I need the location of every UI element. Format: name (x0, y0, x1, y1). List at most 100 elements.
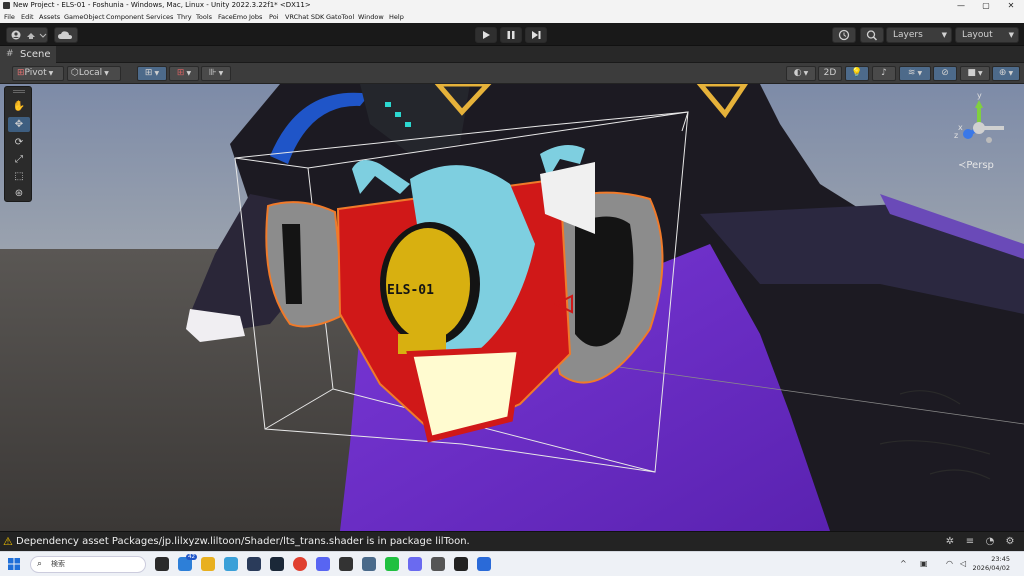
line-icon[interactable] (385, 557, 399, 571)
windows-start-icon[interactable] (8, 558, 20, 570)
menu-jobs[interactable]: Jobs (249, 11, 262, 23)
play-button[interactable] (475, 27, 497, 43)
minimize-button[interactable]: — (950, 0, 972, 11)
obs-icon[interactable] (408, 557, 422, 571)
camera-dropdown[interactable]: ■ ▼ (960, 66, 990, 81)
menu-services[interactable]: Services (146, 11, 173, 23)
effects-dropdown[interactable]: ≋ ▼ (899, 66, 931, 81)
menu-tools[interactable]: Tools (196, 11, 212, 23)
rect-tool-button[interactable]: ⬚ (8, 169, 30, 184)
hidden-objects-toggle[interactable]: ⊘ (933, 66, 957, 81)
menu-help[interactable]: Help (389, 11, 404, 23)
unity-app-icon (3, 2, 10, 9)
chrome-icon[interactable] (293, 557, 307, 571)
gizmos-dropdown[interactable]: ⊕ ▼ (992, 66, 1020, 81)
taskbar-clock[interactable]: 23:45 2026/04/02 (973, 555, 1010, 573)
menu-window[interactable]: Window (358, 11, 384, 23)
status-bar: ⚠ Dependency asset Packages/jp.lilxyzw.l… (0, 531, 1024, 551)
terminal-icon[interactable] (247, 557, 261, 571)
audio-toggle[interactable]: ♪ (872, 66, 896, 81)
notification-badge: 42 (186, 554, 197, 560)
menu-component[interactable]: Component (106, 11, 144, 23)
close-button[interactable]: ✕ (1000, 0, 1022, 11)
cloud-button[interactable] (54, 27, 78, 43)
rotate-tool-button[interactable]: ⟳ (8, 135, 30, 150)
chevron-down-icon: ▼ (104, 70, 109, 77)
move-tool-button[interactable]: ✥ (8, 117, 30, 132)
play-icon (483, 31, 490, 39)
taskbar: ⌕ 検索 42 ^ ▣ ◠ ◁ 23:45 2026/04/02 (0, 551, 1024, 576)
search-icon: ⌕ (37, 559, 43, 569)
taskview-icon[interactable] (155, 557, 169, 571)
object-label: ELS-01 (387, 283, 434, 298)
draw-mode-dropdown[interactable]: ◐ ▼ (786, 66, 816, 81)
menu-file[interactable]: File (4, 11, 15, 23)
drag-handle-icon[interactable] (13, 90, 25, 93)
cloud-icon (58, 31, 72, 39)
menu-thry[interactable]: Thry (177, 11, 192, 23)
chevron-up-icon[interactable]: ^ (900, 559, 907, 568)
clock-time: 23:45 (991, 555, 1010, 563)
increment-snap-toggle[interactable]: ⊪ ▼ (201, 66, 231, 81)
menu-edit[interactable]: Edit (21, 11, 34, 23)
transform-tool-button[interactable]: ⊛ (8, 186, 30, 201)
step-button[interactable] (525, 27, 547, 43)
layers-status-icon[interactable]: ≡ (964, 536, 976, 548)
pause-button[interactable] (500, 27, 522, 43)
chevron-down-icon: ▼ (977, 70, 983, 77)
pivot-dropdown[interactable]: ⊞Pivot ▼ (12, 66, 64, 81)
epic-games-icon[interactable] (339, 557, 353, 571)
taskbar-search-input[interactable]: ⌕ 検索 (30, 556, 146, 573)
grid-snap-toggle[interactable]: ⊞ ▼ (137, 66, 167, 81)
scale-tool-button[interactable]: ⤢ (8, 152, 30, 167)
discord-icon[interactable] (316, 557, 330, 571)
hand-icon: ✋ (12, 101, 26, 112)
projection-label[interactable]: ≺Persp (958, 160, 994, 171)
maximize-button[interactable]: ▢ (975, 0, 997, 11)
local-dropdown[interactable]: ⬡Local ▼ (67, 66, 121, 81)
menu-faceemo[interactable]: FaceEmo (218, 11, 247, 23)
menu-poi[interactable]: Poi (269, 11, 278, 23)
grid-icon: ⊞ (176, 68, 185, 78)
menu-gameobject[interactable]: GameObject (64, 11, 105, 23)
steam-icon[interactable] (270, 557, 284, 571)
chevron-down-icon: ▼ (917, 70, 923, 77)
hand-tool-button[interactable]: ✋ (8, 99, 30, 114)
history-button[interactable] (832, 27, 856, 43)
unity-icon[interactable] (454, 557, 468, 571)
axis-gizmo-icon: y x z (954, 91, 1004, 143)
chevron-down-icon: ▼ (186, 70, 192, 77)
app-icon[interactable] (477, 557, 491, 571)
tray-app-icon[interactable]: ▣ (920, 559, 928, 568)
scale-icon: ⤢ (15, 154, 23, 165)
speaker-icon[interactable]: ◁ (960, 559, 966, 568)
debug-icon[interactable]: ✲ (944, 536, 956, 548)
account-button[interactable] (6, 27, 48, 43)
vrc-icon[interactable] (431, 557, 445, 571)
toggle-2d-button[interactable]: 2D (818, 66, 842, 81)
menu-gatotool[interactable]: GatoTool (326, 11, 354, 23)
rect-icon: ⬚ (14, 171, 24, 182)
layers-dropdown[interactable]: Layers ▼ (886, 27, 952, 43)
tab-scene[interactable]: # Scene (0, 46, 56, 63)
settings-icon[interactable] (362, 557, 376, 571)
activity-icon[interactable]: ⚙ (1004, 536, 1016, 548)
progress-icon[interactable]: ◔ (984, 536, 996, 548)
status-message[interactable]: Dependency asset Packages/jp.lilxyzw.lil… (16, 532, 470, 552)
menu-vrchat-sdk[interactable]: VRChat SDK (285, 11, 324, 23)
local-cube-icon: ⬡ (71, 68, 79, 78)
chevron-down-icon: ▼ (1008, 70, 1014, 77)
wifi-icon[interactable]: ◠ (946, 559, 953, 568)
grid-toggle[interactable]: ⊞ ▼ (169, 66, 199, 81)
layout-dropdown[interactable]: Layout ▼ (955, 27, 1019, 43)
menu-assets[interactable]: Assets (39, 11, 60, 23)
scene-viewport[interactable]: ELS-01 (0, 84, 1024, 531)
light-bulb-icon: 💡 (851, 68, 863, 78)
lighting-toggle[interactable]: 💡 (845, 66, 869, 81)
search-button[interactable] (860, 27, 884, 43)
scene-render: ELS-01 (0, 84, 1024, 531)
file-explorer-icon[interactable] (201, 557, 215, 571)
warning-icon: ⚠ (3, 535, 13, 548)
move-arrows-icon: ✥ (14, 119, 24, 130)
store-icon[interactable] (224, 557, 238, 571)
